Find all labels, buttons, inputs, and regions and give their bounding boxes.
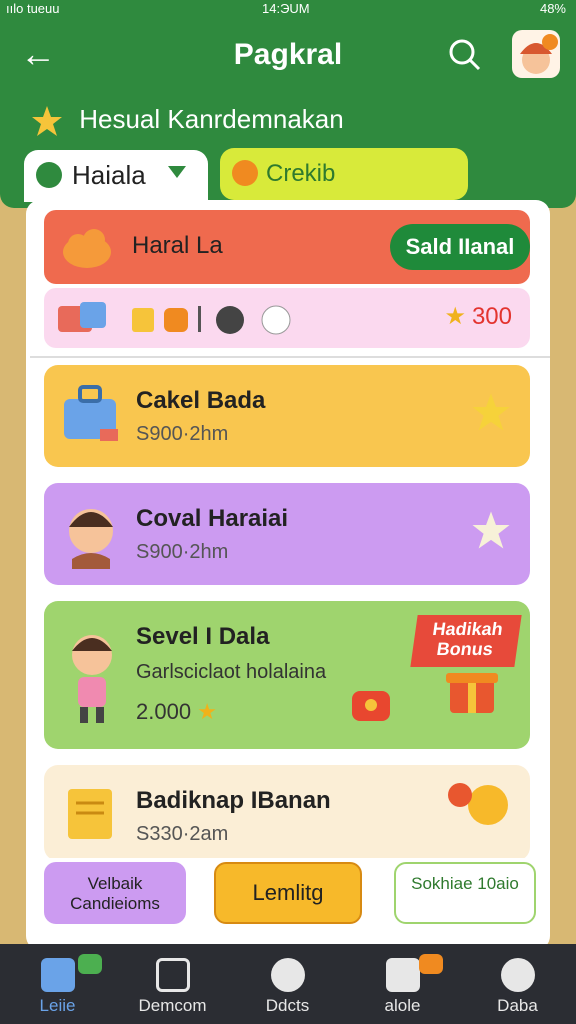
quest-card[interactable]: Sevel I Dala Garlsciclaot holalaina 2.00… (44, 601, 530, 749)
tab-label: Haiala (72, 160, 146, 190)
nav-label: Demcom (138, 996, 207, 1015)
star-icon (32, 106, 62, 137)
document-icon (155, 958, 190, 992)
tab-label: Crekib (266, 160, 336, 187)
tab-haiala[interactable]: Haiala (24, 150, 208, 202)
chat-bubble-icon (270, 958, 305, 992)
card-subtitle: Garlsciclaot holalaina (136, 661, 327, 683)
status-bar: ıılo tueuu 14:ЭUM 48% (0, 0, 576, 18)
briefcase-icon (64, 385, 118, 441)
card-title: Badiknap IBanan (136, 787, 331, 814)
item-icons (58, 302, 291, 335)
battery-status: 48% (539, 1, 566, 16)
red-bag-icon (352, 691, 390, 721)
card-subtitle: S900·2hm (136, 423, 229, 445)
card-title: Sevel I Dala (136, 623, 270, 650)
group-icon (385, 958, 420, 992)
star-icon: ★ (197, 699, 217, 724)
nav-item-profile[interactable]: Daba (460, 944, 575, 1024)
nav-label: Daba (497, 996, 538, 1015)
kid-waving-icon (72, 635, 112, 723)
tab-crekib[interactable]: Crekib (220, 148, 468, 200)
primary-action-button[interactable]: Lemlitg (214, 862, 362, 924)
star-icon (472, 511, 510, 549)
child-avatar-icon (69, 509, 113, 569)
nav-label: Ddcts (265, 996, 310, 1015)
signal-status: ıılo tueuu (6, 1, 60, 16)
nav-label: alole (384, 996, 421, 1015)
chevron-down-icon (168, 166, 186, 178)
card-subtitle: S330·2am (136, 823, 229, 845)
star-icon: ★ (444, 303, 466, 330)
card-title: Coval Haraiai (136, 505, 289, 532)
nav-item-demcom[interactable]: Demcom (115, 944, 230, 1024)
bonus-badge: Hadikah Bonus (410, 615, 522, 667)
quest-card[interactable]: Coval Haraiai S900·2hm (44, 483, 530, 585)
subtitle: Hesual Kanrdemnakan (30, 104, 344, 138)
secondary-action-button[interactable]: Sokhiae 10aio (394, 862, 536, 924)
nav-label: Leiie (39, 996, 76, 1015)
gift-box-icon (446, 673, 498, 713)
document-icon (68, 789, 112, 839)
score-value: 300 (471, 303, 512, 330)
star-icon (472, 393, 510, 431)
conditions-button[interactable]: Velbaik Candieioms (44, 862, 186, 924)
search-icon[interactable] (448, 38, 482, 72)
promo-label: Haral La (132, 232, 223, 259)
clock: 14:ЭUM (262, 1, 310, 16)
page-title: Pagkral (233, 38, 343, 71)
profile-avatar[interactable] (512, 30, 560, 78)
nav-item-ddcts[interactable]: Ddcts (230, 944, 345, 1024)
profile-face-icon (520, 34, 558, 74)
badge (419, 954, 443, 974)
sun-mascot-icon (448, 783, 508, 825)
points-value: 2.000 (136, 699, 192, 724)
promo-button[interactable]: Sald IIanal (390, 224, 530, 270)
promo-banner[interactable]: Haral La Sald IIanal (44, 210, 530, 284)
items-row: ★ 300 (44, 288, 530, 348)
points: 2.000 ★ (136, 699, 217, 725)
orange-badge-icon (232, 160, 258, 186)
cloud-mascot-icon (63, 229, 111, 268)
quest-card[interactable]: Cakel Bada S900·2hm (44, 365, 530, 467)
card-title: Cakel Bada (136, 387, 266, 414)
score: ★ 300 (444, 302, 512, 331)
divider (30, 356, 550, 358)
badge (78, 954, 102, 974)
subtitle-text: Hesual Kanrdemnakan (79, 104, 344, 134)
nav-item-home[interactable]: Leiie (0, 944, 115, 1024)
card-subtitle: S900·2hm (136, 541, 229, 563)
quest-card[interactable]: Badiknap IBanan S330·2am (44, 765, 530, 861)
home-icon (40, 958, 75, 992)
person-icon (500, 958, 535, 992)
nav-item-alole[interactable]: alole (345, 944, 460, 1024)
bottom-nav: Leiie Demcom Ddcts alole Daba (0, 944, 576, 1024)
clock-icon (36, 162, 62, 188)
